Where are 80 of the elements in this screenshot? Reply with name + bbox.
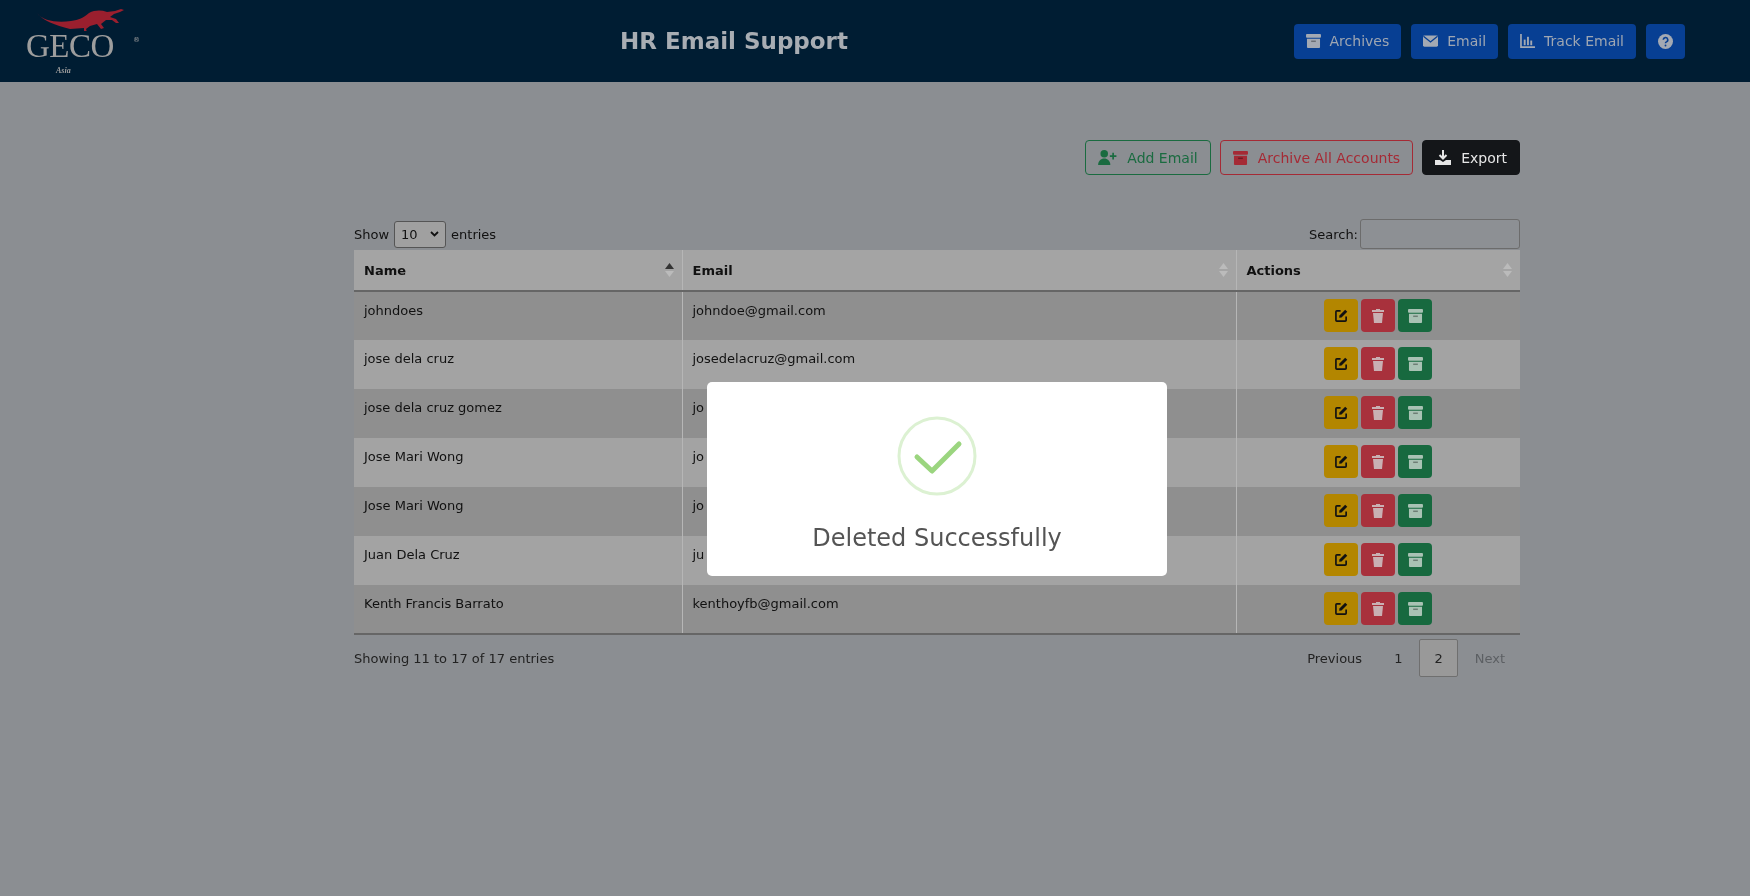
table-cell: Kenth Francis Barrato xyxy=(354,585,682,634)
nav-button[interactable]: Archives xyxy=(1293,23,1402,59)
delete-button[interactable] xyxy=(1361,347,1396,380)
entries-label: entries xyxy=(451,226,497,242)
logo-subtitle: Asia xyxy=(56,66,71,75)
column-header[interactable]: Actions xyxy=(1236,250,1520,291)
table-cell: Juan Dela Cruz xyxy=(354,536,682,585)
edit-button[interactable] xyxy=(1324,543,1359,576)
edit-button[interactable] xyxy=(1324,299,1359,332)
entries-select[interactable]: 10 xyxy=(394,220,447,248)
table-cell: kenthoyfb@gmail.com xyxy=(682,585,1236,634)
archive-box-icon xyxy=(1407,405,1423,420)
trash-icon xyxy=(1372,552,1385,567)
archive-box-icon xyxy=(1407,356,1423,371)
edit-button[interactable] xyxy=(1324,592,1359,625)
archive-button[interactable] xyxy=(1398,347,1433,380)
table-cell: Jose Mari Wong xyxy=(354,487,682,536)
table-cell: jose dela cruz gomez xyxy=(354,389,682,438)
archive-button[interactable] xyxy=(1398,299,1433,332)
edit-button[interactable] xyxy=(1324,494,1359,527)
envelope-icon xyxy=(1423,35,1439,47)
page-button[interactable]: 2 xyxy=(1419,639,1458,677)
page-title: HR Email Support xyxy=(620,28,848,54)
edit-button[interactable] xyxy=(1324,347,1359,380)
trash-icon xyxy=(1372,454,1385,469)
bar-chart-icon xyxy=(1520,34,1536,48)
trash-icon xyxy=(1372,308,1385,323)
edit-icon xyxy=(1334,357,1348,370)
edit-icon xyxy=(1334,455,1348,468)
page-button[interactable]: 1 xyxy=(1379,639,1418,677)
export-button[interactable]: Export xyxy=(1422,140,1520,175)
delete-button[interactable] xyxy=(1361,445,1396,478)
nav-button[interactable]: Track Email xyxy=(1508,23,1636,59)
delete-button[interactable] xyxy=(1361,396,1396,429)
delete-button[interactable] xyxy=(1361,494,1396,527)
search-field[interactable] xyxy=(1360,219,1520,249)
table-cell: jose dela cruz xyxy=(354,340,682,389)
table-cell: johndoes xyxy=(354,291,682,340)
archive-button[interactable] xyxy=(1398,494,1433,527)
trash-icon xyxy=(1372,356,1385,371)
delete-button[interactable] xyxy=(1361,299,1396,332)
edit-icon xyxy=(1334,602,1348,615)
archive-button[interactable] xyxy=(1398,445,1433,478)
trash-icon xyxy=(1372,405,1385,420)
table-info: Showing 11 to 17 of 17 entries xyxy=(354,650,555,666)
archive-box-icon xyxy=(1407,454,1423,469)
edit-icon xyxy=(1334,309,1348,322)
edit-button[interactable] xyxy=(1324,445,1359,478)
archive-box-icon xyxy=(1407,601,1423,616)
archive-button[interactable] xyxy=(1398,396,1433,429)
edit-icon xyxy=(1334,406,1348,419)
archive-box-icon xyxy=(1407,503,1423,518)
chevron-down-icon xyxy=(430,231,440,237)
archive-box-icon xyxy=(1407,308,1423,323)
archive-button[interactable] xyxy=(1398,543,1433,576)
archive-box-icon xyxy=(1407,552,1423,567)
archive-button[interactable] xyxy=(1398,592,1433,625)
user-plus-icon xyxy=(1098,150,1118,165)
logo-wordmark: GECO xyxy=(26,30,114,63)
archive-box-icon xyxy=(1232,150,1248,165)
edit-icon xyxy=(1334,553,1348,566)
trash-icon xyxy=(1372,503,1385,518)
table-cell: johndoe@gmail.com xyxy=(682,291,1236,340)
search-label: Search: xyxy=(1308,226,1358,242)
help-icon xyxy=(1658,33,1673,49)
edit-button[interactable] xyxy=(1324,396,1359,429)
archive-box-icon xyxy=(1305,34,1321,48)
nav-button[interactable]: Email xyxy=(1411,23,1499,59)
delete-button[interactable] xyxy=(1361,543,1396,576)
delete-button[interactable] xyxy=(1361,592,1396,625)
edit-icon xyxy=(1334,504,1348,517)
column-header[interactable]: Email xyxy=(682,250,1236,291)
trash-icon xyxy=(1372,601,1385,616)
table-cell: Jose Mari Wong xyxy=(354,438,682,487)
help-button[interactable] xyxy=(1646,23,1685,59)
show-label: Show xyxy=(354,226,390,242)
column-header[interactable]: Name xyxy=(354,250,682,291)
previous-button[interactable]: Previous xyxy=(1292,639,1378,677)
download-icon xyxy=(1435,150,1452,165)
checkmark-icon xyxy=(897,416,977,496)
